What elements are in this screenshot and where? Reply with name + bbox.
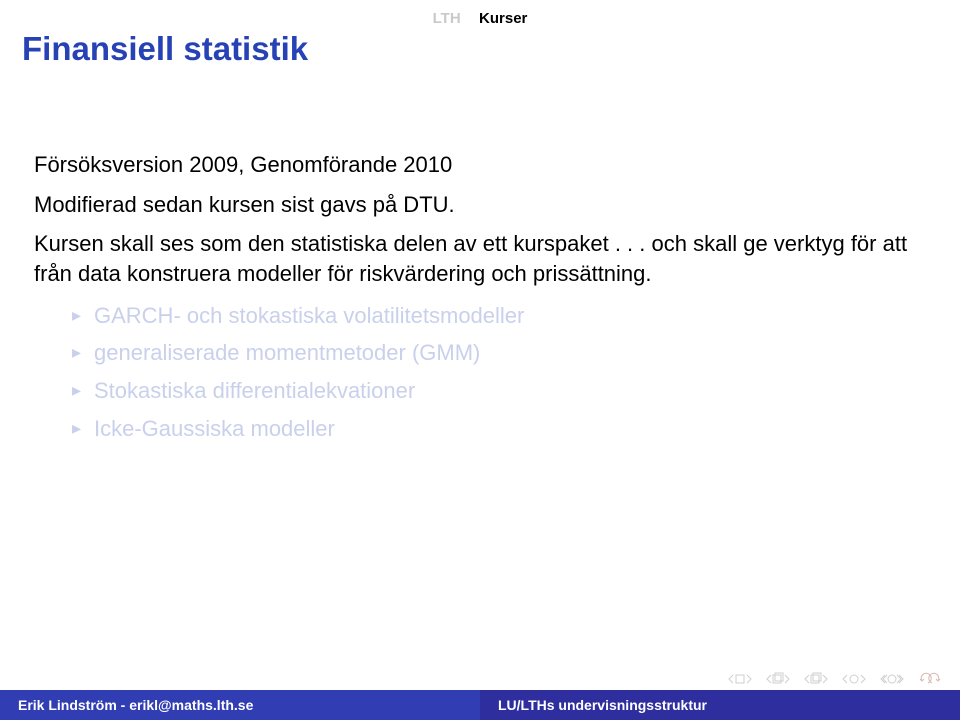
list-item: ▸ GARCH- och stokastiska volatilitetsmod… (72, 301, 926, 331)
list-item: ▸ Stokastiska differentialekvationer (72, 376, 926, 406)
paragraph-2: Modifierad sedan kursen sist gavs på DTU… (34, 190, 926, 220)
nav-frame-group[interactable] (764, 672, 792, 686)
triangle-bullet-icon: ▸ (72, 376, 94, 406)
triangle-bullet-icon: ▸ (72, 414, 94, 444)
list-item: ▸ Icke-Gaussiska modeller (72, 414, 926, 444)
nav-item-lth[interactable]: LTH (433, 10, 461, 27)
nav-section-group[interactable] (840, 672, 868, 686)
paragraph-3: Kursen skall ses som den statistiska del… (34, 229, 926, 288)
triangle-bullet-icon: ▸ (72, 301, 94, 331)
slide-title: Finansiell statistik (22, 30, 308, 68)
nav-subsection-group[interactable] (802, 672, 830, 686)
footline-title: LU/LTHs undervisningsstruktur (480, 690, 960, 720)
nav-item-kurser[interactable]: Kurser (479, 10, 527, 27)
footline-title-text: LU/LTHs undervisningsstruktur (498, 697, 707, 713)
beamer-nav-symbols (726, 672, 944, 686)
paragraph-1: Försöksversion 2009, Genomförande 2010 (34, 150, 926, 180)
list-item: ▸ generaliserade momentmetoder (GMM) (72, 338, 926, 368)
list-item-text: GARCH- och stokastiska volatilitetsmodel… (94, 301, 926, 331)
list-item-text: generaliserade momentmetoder (GMM) (94, 338, 926, 368)
nav-back-forward-group[interactable] (916, 672, 944, 686)
bullet-list: ▸ GARCH- och stokastiska volatilitetsmod… (72, 301, 926, 444)
footline: Erik Lindström - erikl@maths.lth.se LU/L… (0, 690, 960, 720)
footline-author-text: Erik Lindström - erikl@maths.lth.se (18, 697, 253, 713)
footline-author: Erik Lindström - erikl@maths.lth.se (0, 690, 480, 720)
list-item-text: Stokastiska differentialekvationer (94, 376, 926, 406)
triangle-bullet-icon: ▸ (72, 338, 94, 368)
list-item-text: Icke-Gaussiska modeller (94, 414, 926, 444)
section-nav: LTH Kurser (0, 10, 960, 27)
slide-body: Försöksversion 2009, Genomförande 2010 M… (34, 150, 926, 452)
nav-doc-group[interactable] (878, 672, 906, 686)
nav-slide-group[interactable] (726, 672, 754, 686)
